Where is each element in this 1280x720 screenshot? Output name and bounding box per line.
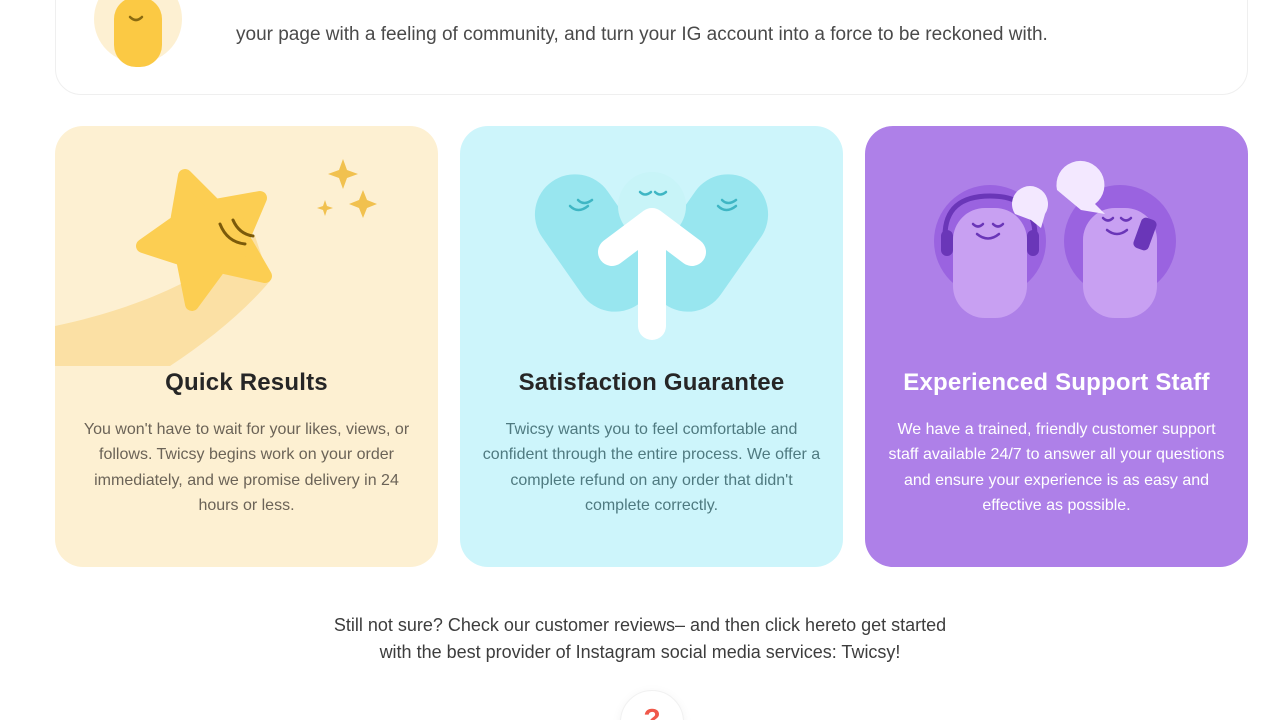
arrow-up-icon xyxy=(534,172,769,340)
feature-title: Experienced Support Staff xyxy=(903,369,1210,396)
feature-description: You won't have to wait for your likes, v… xyxy=(83,421,410,514)
question-icon: ? xyxy=(643,703,661,720)
support-agents-icon xyxy=(934,160,1176,318)
cta-line-2: with the best provider of Instagram soci… xyxy=(379,642,901,662)
top-feature-text: your page with a feeling of community, a… xyxy=(236,24,1048,45)
cta-line-1: Still not sure? Check our customer revie… xyxy=(333,615,947,635)
help-button[interactable]: ? xyxy=(620,690,684,720)
feature-description: Twicsy wants you to feel comfortable and… xyxy=(482,421,821,514)
star-icon xyxy=(55,159,377,366)
feature-title: Quick Results xyxy=(165,369,328,396)
feature-card-quick-results: Quick Results You won't have to wait for… xyxy=(55,126,438,567)
feature-card-support-staff: Experienced Support Staff We have a trai… xyxy=(865,126,1248,567)
avatar-icon xyxy=(94,0,182,67)
feature-card-satisfaction-guarantee: Satisfaction Guarantee Twicsy wants you … xyxy=(460,126,843,567)
feature-title: Satisfaction Guarantee xyxy=(518,369,785,396)
cta-text: Still not sure? Check our customer revie… xyxy=(0,612,1280,666)
top-feature-card: your page with a feeling of community, a… xyxy=(55,0,1248,95)
feature-description: We have a trained, friendly customer sup… xyxy=(888,421,1225,514)
